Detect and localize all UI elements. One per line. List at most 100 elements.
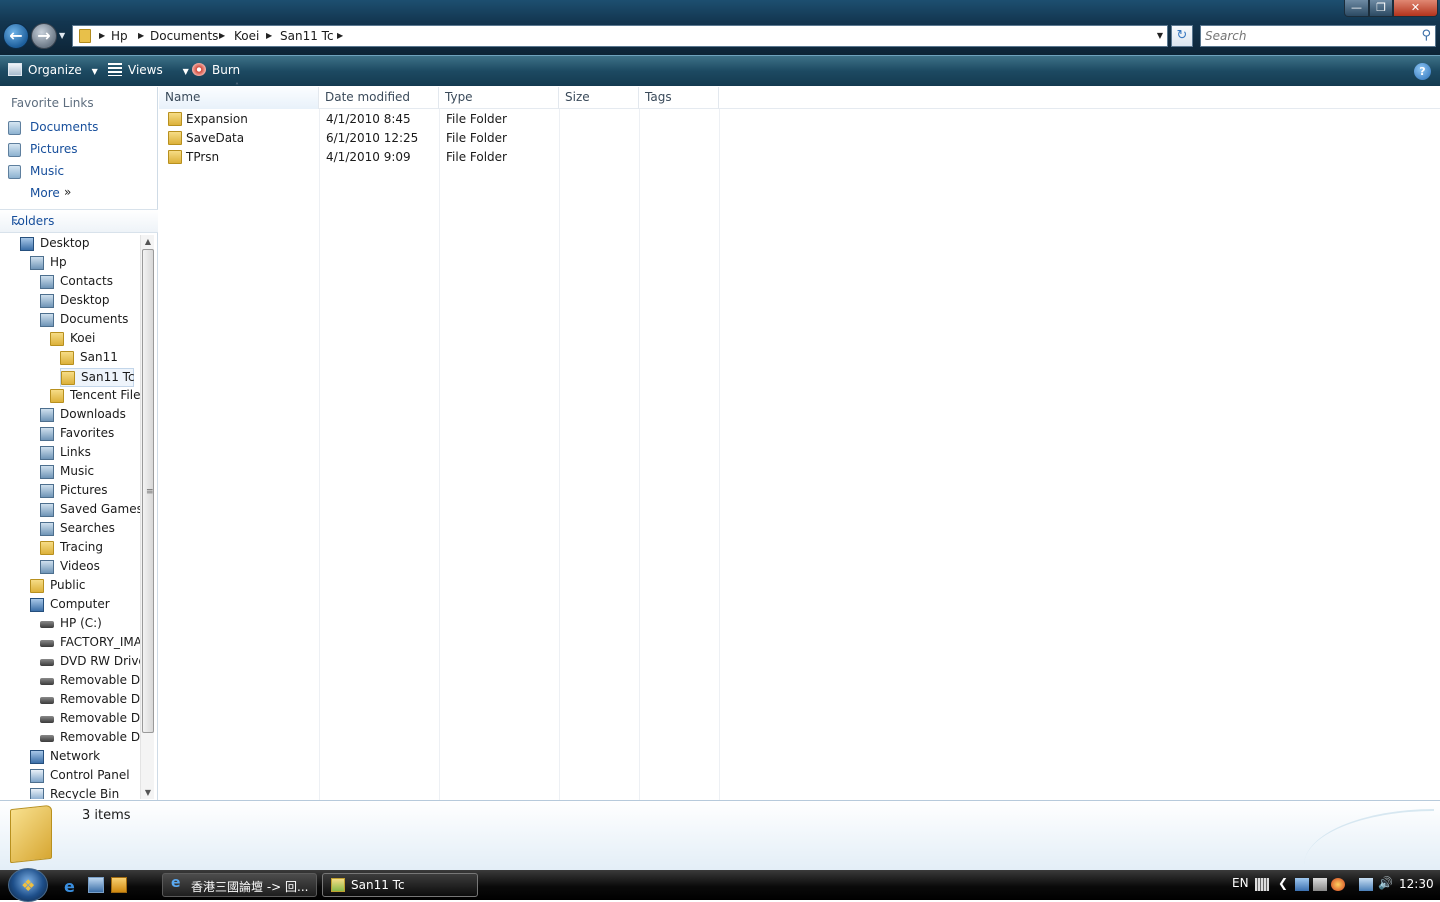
forward-arrow-icon: → bbox=[37, 26, 51, 45]
internet-explorer-icon[interactable]: e bbox=[64, 877, 80, 896]
folders-toggle[interactable]: Folders ⌄ bbox=[0, 209, 158, 233]
tree-node-label: San11 bbox=[80, 350, 118, 364]
media-player-icon[interactable] bbox=[111, 877, 127, 893]
close-button[interactable]: ✕ bbox=[1393, 0, 1438, 17]
volume-icon[interactable]: 🔊 bbox=[1378, 876, 1393, 890]
refresh-button[interactable]: ↻ bbox=[1171, 25, 1193, 47]
taskbar-button-browser[interactable]: e 香港三國論壇 -> 回... bbox=[162, 873, 317, 897]
saved-games-icon bbox=[40, 503, 54, 517]
column-header-name[interactable]: ˄ Name bbox=[159, 82, 319, 109]
chevron-down-icon: ▼ bbox=[91, 67, 98, 76]
organize-button[interactable]: Organize ▼ bbox=[8, 63, 98, 77]
file-row[interactable]: Expansion 4/1/2010 8:45 File Folder bbox=[164, 110, 864, 129]
monitor-icon[interactable] bbox=[1359, 878, 1373, 891]
tree-scrollbar[interactable]: ▲ ≡ ▼ bbox=[140, 235, 154, 799]
help-icon[interactable]: ? bbox=[1414, 63, 1431, 80]
folder-icon bbox=[168, 150, 182, 164]
scroll-down-arrow-icon[interactable]: ▼ bbox=[141, 788, 155, 797]
chevron-right-icon[interactable]: ▶ bbox=[337, 31, 343, 40]
explorer-icon bbox=[331, 878, 345, 892]
breadcrumb-koei[interactable]: Koei bbox=[234, 29, 259, 43]
file-name: Expansion bbox=[186, 112, 248, 126]
breadcrumb-hp[interactable]: Hp bbox=[111, 29, 128, 43]
file-row[interactable]: SaveData 6/1/2010 12:25 File Folder bbox=[164, 129, 864, 148]
minimize-button[interactable]: — bbox=[1344, 0, 1369, 17]
keyboard-icon[interactable] bbox=[1255, 878, 1269, 891]
show-hidden-icons-icon[interactable]: ❮ bbox=[1278, 876, 1292, 890]
organize-label: Organize bbox=[28, 63, 82, 77]
back-button[interactable]: ← bbox=[3, 23, 29, 49]
chevron-right-icon[interactable]: ▶ bbox=[219, 31, 225, 40]
folder-tree: Desktop Hp Contacts Desktop Documents Koei San… bbox=[0, 235, 140, 799]
taskbar: ❖ e e 香港三國論壇 -> 回... San11 Tc EN ❮ 🔊 12:… bbox=[0, 868, 1440, 902]
tree-node-label: Koei bbox=[70, 331, 96, 345]
tree-node-label: Desktop bbox=[40, 236, 90, 250]
music-icon bbox=[8, 165, 21, 179]
address-bar[interactable]: ▶ Hp ▶ Documents ▶ Koei ▶ San11 Tc ▶ ▼ bbox=[72, 25, 1168, 47]
downloads-icon bbox=[40, 408, 54, 422]
computer-icon bbox=[30, 598, 44, 612]
folder-icon bbox=[50, 389, 64, 403]
address-dropdown-icon[interactable]: ▼ bbox=[1157, 31, 1163, 40]
tree-node-label: Public bbox=[50, 578, 86, 592]
views-button[interactable]: Views ▼ bbox=[108, 63, 189, 77]
more-links-button[interactable]: More » bbox=[8, 184, 153, 204]
recycle-bin-icon bbox=[30, 788, 44, 799]
column-header-size[interactable]: Size bbox=[559, 87, 639, 109]
burn-button[interactable]: Burn bbox=[192, 63, 240, 77]
taskbar-button-label: San11 Tc bbox=[351, 878, 405, 892]
breadcrumb-san11-tc[interactable]: San11 Tc bbox=[280, 29, 334, 43]
tree-node-label: Favorites bbox=[60, 426, 115, 440]
clock[interactable]: 12:30 bbox=[1399, 877, 1434, 891]
folder-icon bbox=[10, 804, 52, 864]
search-input[interactable] bbox=[1205, 29, 1405, 43]
search-box[interactable]: ⚲ bbox=[1200, 25, 1436, 47]
folder-icon bbox=[79, 29, 91, 43]
taskbar-button-explorer[interactable]: San11 Tc bbox=[322, 873, 478, 897]
file-date: 4/1/2010 8:45 bbox=[326, 112, 411, 126]
scrollbar-thumb[interactable]: ≡ bbox=[142, 249, 154, 733]
column-header-label: Date modified bbox=[325, 90, 411, 104]
people-icon[interactable] bbox=[1295, 878, 1309, 891]
favorite-link-music[interactable]: Music bbox=[8, 162, 153, 182]
favorite-link-documents[interactable]: Documents bbox=[8, 118, 153, 138]
breadcrumb-documents[interactable]: Documents bbox=[150, 29, 218, 43]
language-indicator[interactable]: EN bbox=[1232, 876, 1249, 890]
start-button[interactable]: ❖ bbox=[8, 868, 48, 902]
favorite-link-pictures[interactable]: Pictures bbox=[8, 140, 153, 160]
chevron-right-icon[interactable]: ▶ bbox=[138, 31, 144, 40]
tree-node-label: Removable Dis bbox=[60, 692, 140, 706]
tree-node-label: Pictures bbox=[60, 483, 108, 497]
command-bar: Organize ▼ Views ▼ Burn ? bbox=[0, 55, 1440, 86]
drive-icon bbox=[40, 640, 54, 647]
file-row[interactable]: TPrsn 4/1/2010 9:09 File Folder bbox=[164, 148, 864, 167]
videos-icon bbox=[40, 560, 54, 574]
show-desktop-icon[interactable] bbox=[88, 877, 104, 893]
favorite-links-title: Favorite Links bbox=[11, 96, 94, 110]
recent-pages-dropdown[interactable]: ▼ bbox=[59, 31, 65, 40]
desktop-icon bbox=[20, 237, 34, 251]
favorite-link-label: Documents bbox=[30, 120, 99, 134]
column-header-type[interactable]: Type bbox=[439, 87, 559, 109]
tree-node[interactable]: San11 Tc bbox=[60, 368, 135, 387]
maximize-button[interactable]: ❐ bbox=[1369, 0, 1393, 17]
chevron-right-icon[interactable]: ▶ bbox=[99, 31, 105, 40]
favorite-link-label: Music bbox=[30, 164, 65, 178]
column-header-row: ˄ Name Date modified Type Size Tags bbox=[159, 82, 1440, 109]
scroll-up-arrow-icon[interactable]: ▲ bbox=[141, 237, 155, 246]
column-header-tags[interactable]: Tags bbox=[639, 87, 719, 109]
documents-icon bbox=[40, 313, 54, 327]
tree-node-label: San11 Tc bbox=[81, 370, 135, 384]
folder-icon bbox=[168, 131, 182, 145]
network-status-icon[interactable] bbox=[1313, 878, 1327, 891]
chevron-right-icon[interactable]: ▶ bbox=[266, 31, 272, 40]
documents-icon bbox=[8, 121, 21, 135]
search-icon[interactable]: ⚲ bbox=[1421, 28, 1431, 43]
tree-node-label: Removable Dis bbox=[60, 711, 140, 725]
chevron-down-icon: ▼ bbox=[182, 67, 189, 76]
column-header-date[interactable]: Date modified bbox=[319, 87, 439, 109]
removable-disk-icon bbox=[40, 716, 54, 723]
tree-node-label: Removable Dis bbox=[60, 673, 140, 687]
security-icon[interactable] bbox=[1331, 878, 1345, 891]
forward-button[interactable]: → bbox=[31, 23, 57, 49]
